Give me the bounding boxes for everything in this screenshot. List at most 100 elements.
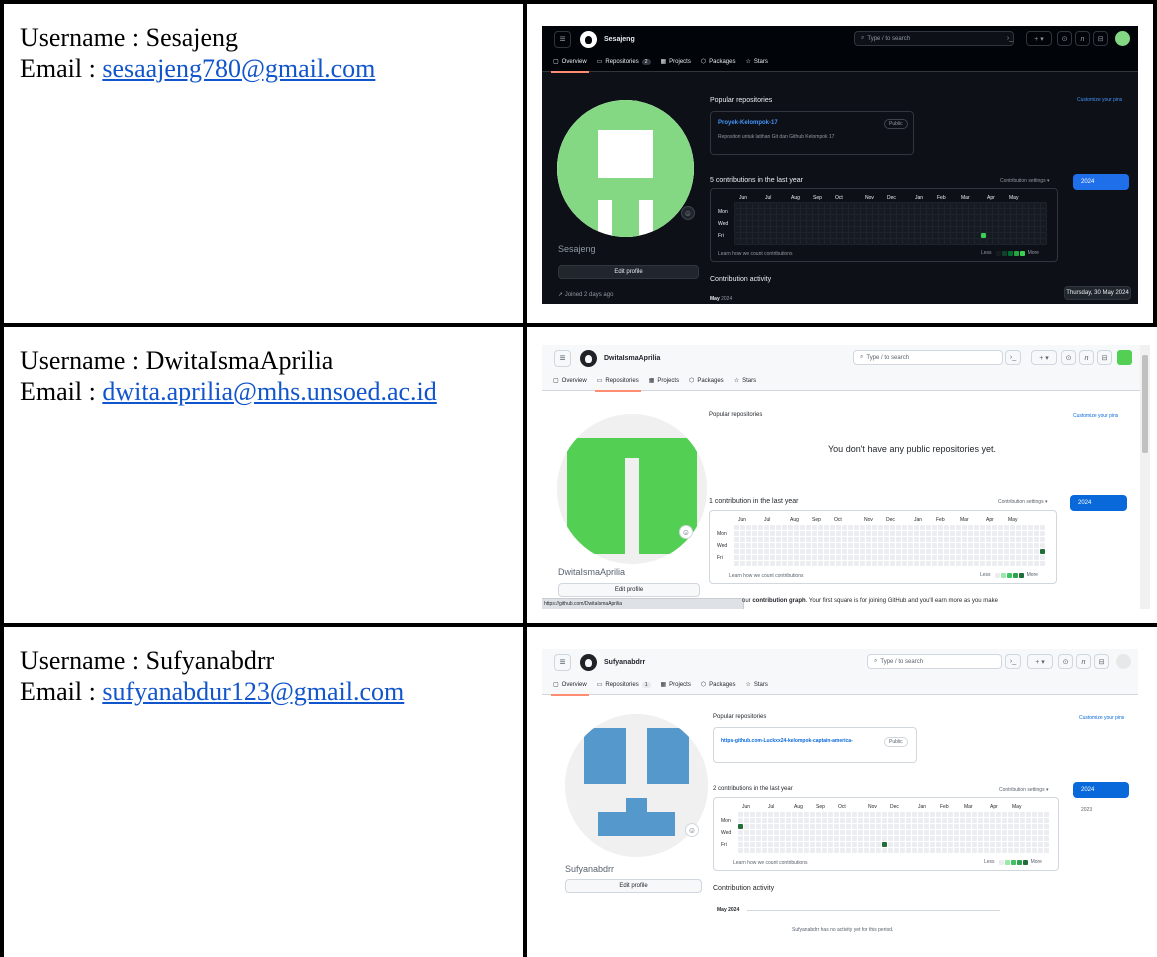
contribution-day[interactable] (996, 836, 1001, 841)
contribution-day[interactable] (800, 202, 807, 209)
contribution-day[interactable] (1004, 537, 1009, 542)
contribution-day[interactable] (782, 537, 787, 542)
contribution-day[interactable] (782, 232, 789, 239)
contribution-day[interactable] (854, 208, 861, 215)
contribution-day[interactable] (978, 818, 983, 823)
contribution-day[interactable] (780, 824, 785, 829)
contribution-day[interactable] (984, 842, 989, 847)
contribution-day[interactable] (836, 238, 843, 245)
contribution-day[interactable] (992, 531, 997, 536)
contribution-day[interactable] (740, 549, 745, 554)
create-new-button[interactable]: + ▾ (1026, 31, 1052, 46)
contribution-day[interactable] (782, 561, 787, 566)
contribution-day[interactable] (980, 543, 985, 548)
contribution-day[interactable] (890, 549, 895, 554)
contribution-day[interactable] (774, 848, 779, 853)
contribution-day[interactable] (786, 848, 791, 853)
contribution-day[interactable] (788, 537, 793, 542)
contribution-day[interactable] (758, 531, 763, 536)
contribution-day[interactable] (830, 214, 837, 221)
contribution-day[interactable] (1016, 208, 1023, 215)
contribution-day[interactable] (992, 214, 999, 221)
contribution-day[interactable] (1002, 830, 1007, 835)
contribution-day[interactable] (1032, 824, 1037, 829)
contribution-day[interactable] (1008, 848, 1013, 853)
contribution-day[interactable] (878, 525, 883, 530)
contribution-day[interactable] (836, 537, 841, 542)
edit-profile-button[interactable]: Edit profile (558, 583, 700, 597)
contribution-day[interactable] (770, 543, 775, 548)
contribution-day[interactable] (782, 214, 789, 221)
contribution-day[interactable] (848, 238, 855, 245)
contribution-day[interactable] (866, 208, 873, 215)
contribution-day[interactable] (1022, 238, 1029, 245)
contribution-day[interactable] (774, 836, 779, 841)
contribution-day[interactable] (816, 836, 821, 841)
contribution-day[interactable] (788, 220, 795, 227)
contribution-day[interactable] (866, 226, 873, 233)
contribution-day[interactable] (1022, 232, 1029, 239)
contribution-day[interactable] (980, 202, 987, 209)
contribution-day[interactable] (900, 818, 905, 823)
contribution-day[interactable] (968, 232, 975, 239)
contribution-day[interactable] (746, 220, 753, 227)
contribution-day[interactable] (992, 561, 997, 566)
contribution-day[interactable] (1022, 555, 1027, 560)
contribution-day[interactable] (1004, 208, 1011, 215)
contribution-day[interactable] (920, 238, 927, 245)
contribution-day[interactable] (854, 525, 859, 530)
contribution-day[interactable] (840, 836, 845, 841)
contribution-day[interactable] (762, 842, 767, 847)
contribution-day[interactable] (792, 818, 797, 823)
contribution-day[interactable] (870, 842, 875, 847)
contribution-day[interactable] (926, 232, 933, 239)
contribution-day[interactable] (902, 561, 907, 566)
contribution-day[interactable] (788, 549, 793, 554)
contribution-day[interactable] (1044, 848, 1049, 853)
contribution-day[interactable] (842, 214, 849, 221)
contribution-day[interactable] (860, 214, 867, 221)
contribution-day[interactable] (962, 226, 969, 233)
learn-count-link[interactable]: Learn how we count contributions (718, 251, 793, 257)
contribution-day[interactable] (896, 555, 901, 560)
contribution-day[interactable] (842, 220, 849, 227)
tab-overview[interactable]: ▢ Overview (551, 52, 589, 73)
contribution-day[interactable] (824, 549, 829, 554)
contribution-day[interactable] (950, 555, 955, 560)
contribution-day[interactable] (870, 830, 875, 835)
contribution-day[interactable] (836, 214, 843, 221)
contribution-day[interactable] (908, 543, 913, 548)
contribution-day[interactable] (746, 543, 751, 548)
contribution-day[interactable] (944, 232, 951, 239)
contribution-day[interactable] (770, 555, 775, 560)
contribution-day[interactable] (740, 238, 747, 245)
contribution-day[interactable] (998, 208, 1005, 215)
contribution-day[interactable] (1034, 220, 1041, 227)
contribution-day[interactable] (752, 202, 759, 209)
contribution-day[interactable] (842, 202, 849, 209)
contribution-day[interactable] (776, 232, 783, 239)
contribution-day[interactable] (974, 525, 979, 530)
contribution-day[interactable] (938, 208, 945, 215)
contribution-day[interactable] (770, 208, 777, 215)
profile-avatar[interactable] (557, 414, 707, 564)
contribution-day[interactable] (798, 848, 803, 853)
contribution-day[interactable] (872, 549, 877, 554)
contribution-day[interactable] (944, 214, 951, 221)
contribution-day[interactable] (828, 848, 833, 853)
tab-packages[interactable]: ⬡ Packages (689, 371, 724, 391)
contribution-day[interactable] (888, 848, 893, 853)
contribution-day[interactable] (894, 830, 899, 835)
contribution-day[interactable] (1004, 202, 1011, 209)
contribution-day[interactable] (948, 812, 953, 817)
contribution-day[interactable] (902, 555, 907, 560)
contribution-day[interactable] (908, 232, 915, 239)
contribution-day[interactable] (948, 818, 953, 823)
contribution-day[interactable] (830, 561, 835, 566)
contribution-day[interactable] (954, 830, 959, 835)
contribution-day[interactable] (764, 537, 769, 542)
contribution-day[interactable] (998, 537, 1003, 542)
contribution-day[interactable] (978, 830, 983, 835)
contribution-day[interactable] (908, 561, 913, 566)
contribution-day[interactable] (878, 202, 885, 209)
